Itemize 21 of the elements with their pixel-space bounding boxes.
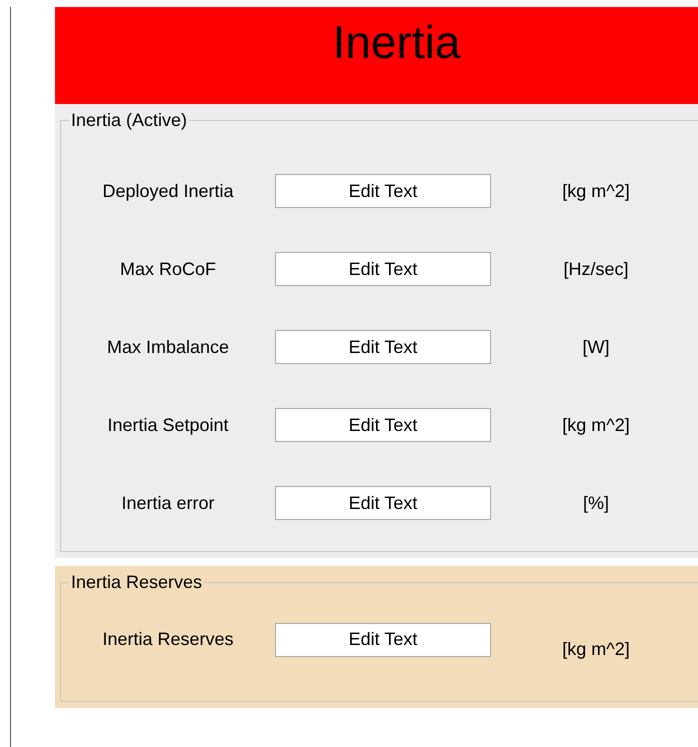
input-field[interactable]: Edit Text (275, 408, 491, 442)
input-field[interactable]: Edit Text (275, 174, 491, 208)
unit-label: [kg m^2] (561, 639, 631, 660)
unit-label: [W] (582, 336, 610, 358)
field-label: Max RoCoF (118, 258, 218, 280)
input-field[interactable]: Edit Text (275, 622, 491, 656)
group-title: Inertia (Active) (70, 110, 188, 131)
unit-label: [Hz/sec] (562, 258, 630, 280)
input-field[interactable]: Edit Text (275, 330, 491, 364)
field-label: Inertia Reserves (101, 629, 235, 650)
field-label: Deployed Inertia (101, 180, 235, 202)
unit-label: [kg m^2] (561, 180, 631, 202)
input-field[interactable]: Edit Text (275, 252, 491, 286)
page-title: Inertia (332, 17, 460, 70)
unit-label: [%] (582, 492, 610, 514)
field-label: Inertia Setpoint (106, 414, 230, 436)
unit-label: [kg m^2] (561, 414, 631, 436)
group-title: Inertia Reserves (70, 572, 204, 593)
input-field[interactable]: Edit Text (275, 486, 491, 520)
field-label: Inertia error (120, 492, 216, 514)
field-label: Max Imbalance (106, 336, 230, 358)
